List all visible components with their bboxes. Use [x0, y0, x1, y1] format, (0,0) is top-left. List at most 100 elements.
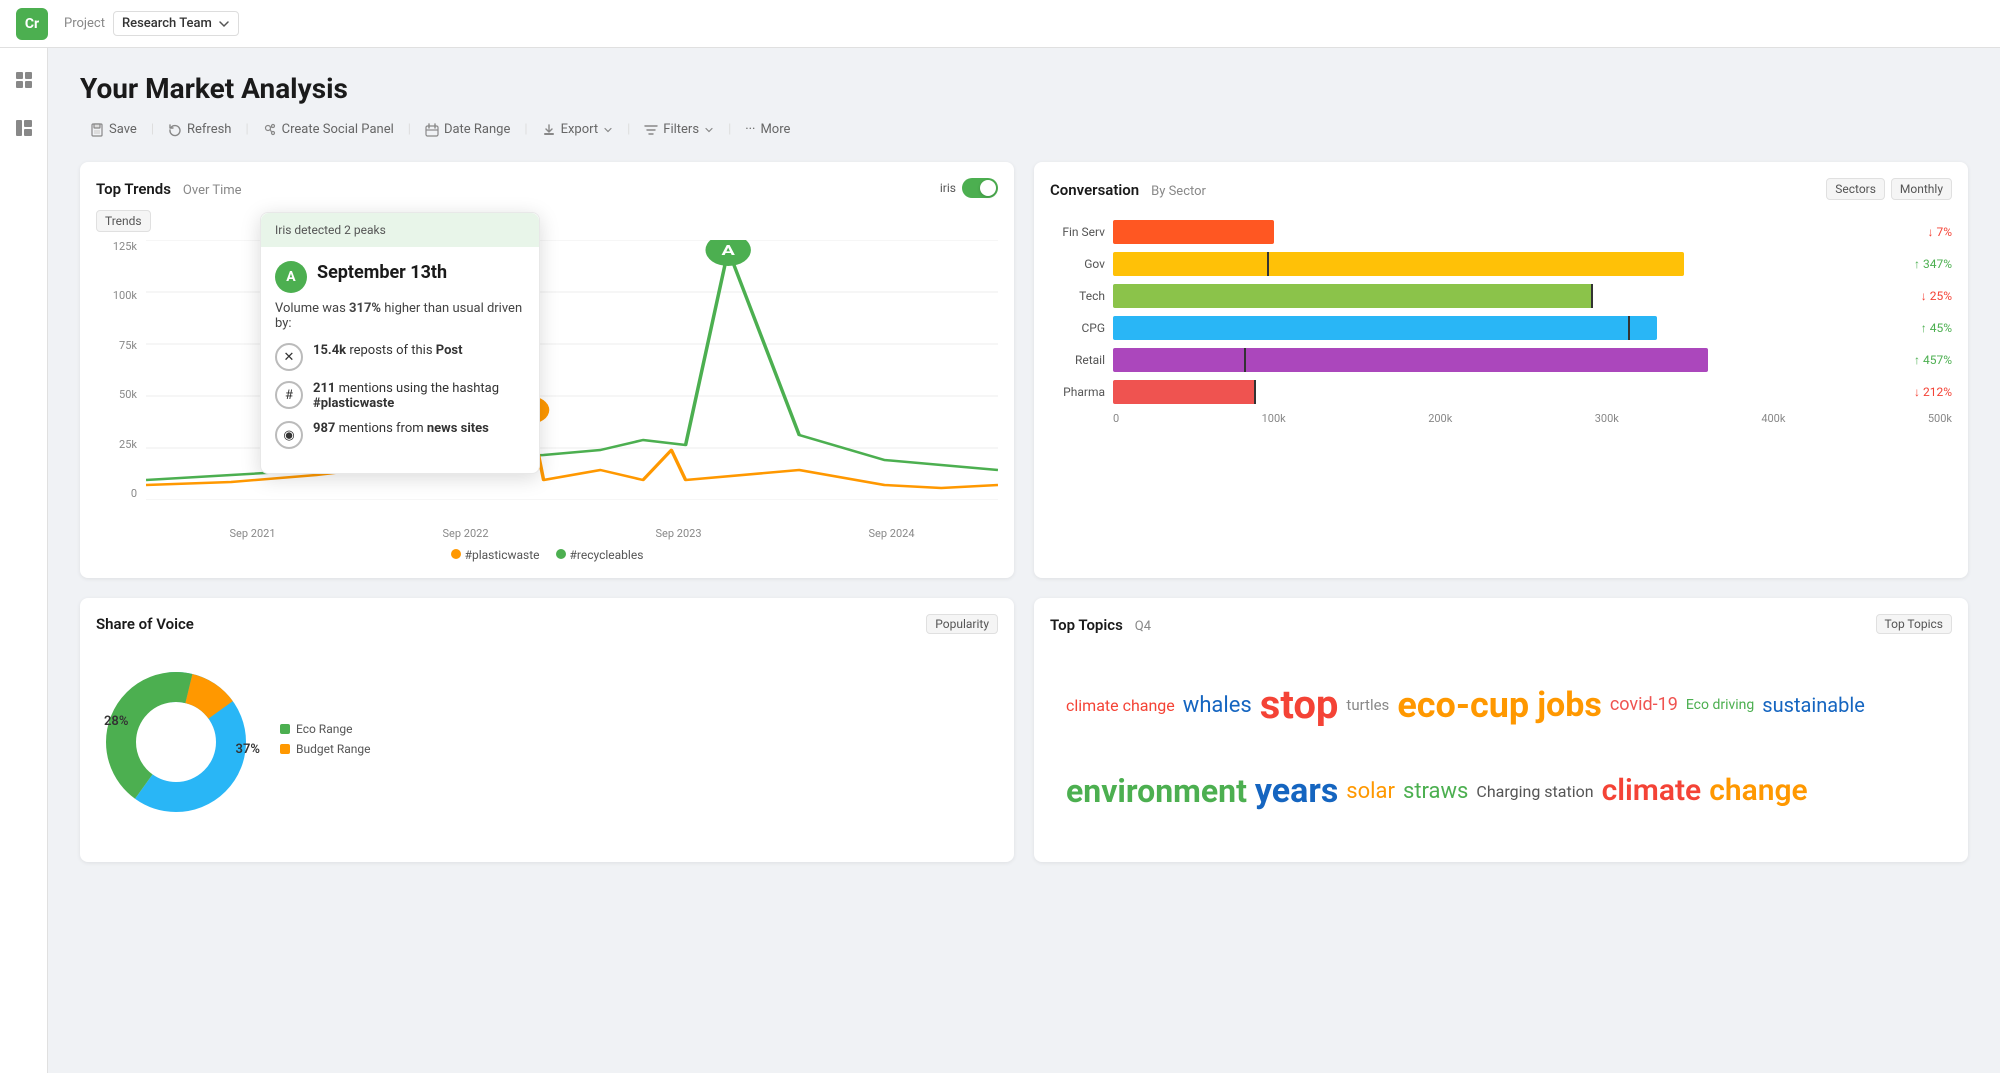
word-whales[interactable]: whales — [1183, 688, 1252, 723]
bar-row-tech: Tech ↓ 25% — [1050, 284, 1952, 308]
period-badge: Monthly — [1891, 178, 1952, 200]
sov-header: Share of Voice Popularity — [96, 614, 998, 634]
legend-budget-range: Budget Range — [280, 742, 371, 756]
svg-text:A: A — [722, 243, 736, 259]
project-selector[interactable]: Research Team — [113, 11, 239, 36]
bar-label-pharma: Pharma — [1050, 385, 1105, 399]
filters-button[interactable]: Filters — [634, 117, 724, 142]
toggle-knob — [980, 180, 996, 196]
word-change[interactable]: change — [1709, 767, 1807, 815]
main-content: Your Market Analysis Save | Refresh | Cr… — [48, 48, 2000, 886]
save-icon — [90, 123, 104, 137]
refresh-icon — [168, 123, 182, 137]
bar-row-gov: Gov ↑ 347% — [1050, 252, 1952, 276]
sectors-badge: Sectors — [1826, 178, 1885, 200]
date-range-button[interactable]: Date Range — [415, 117, 520, 142]
bar-track-pharma — [1113, 380, 1906, 404]
word-climate[interactable]: climate — [1602, 767, 1702, 815]
word-eco-driving[interactable]: Eco driving — [1686, 694, 1754, 716]
tooltip-item-reposts: ✕ 15.4k reposts of this Post — [275, 343, 525, 371]
save-button[interactable]: Save — [80, 117, 147, 142]
bar-label-cpg: CPG — [1050, 321, 1105, 335]
bar-chart: Fin Serv ↓ 7% Gov ↑ 347% — [1050, 212, 1952, 433]
bar-row-pharma: Pharma ↓ 212% — [1050, 380, 1952, 404]
word-climate-change[interactable]: climate change — [1066, 693, 1175, 719]
donut-pct-37: 37% — [236, 742, 260, 757]
refresh-button[interactable]: Refresh — [158, 117, 241, 142]
bar-track-gov — [1113, 252, 1906, 276]
top-trends-card: Top Trends Over Time iris Trends 125k 10… — [80, 162, 1014, 578]
trends-chart: 125k 100k 75k 50k 25k 0 — [96, 240, 998, 540]
word-covid[interactable]: covid-19 — [1610, 691, 1678, 720]
trends-badge: Trends — [96, 210, 151, 232]
bar-track-finserv — [1113, 220, 1919, 244]
export-button[interactable]: Export — [532, 117, 624, 142]
bar-change-tech: ↓ 25% — [1921, 289, 1952, 303]
bar-row-retail: Retail ↑ 457% — [1050, 348, 1952, 372]
top-topics-title: Top Topics — [1050, 616, 1123, 634]
conversation-card: Conversation By Sector Sectors Monthly F… — [1034, 162, 1968, 578]
bar-change-finserv: ↓ 7% — [1927, 225, 1952, 239]
more-button[interactable]: ··· More — [735, 117, 800, 142]
donut-pct-28: 28% — [104, 714, 128, 729]
tooltip-marker-a: A — [275, 261, 307, 293]
export-icon — [542, 123, 556, 137]
page-title: Your Market Analysis — [80, 72, 1968, 105]
bar-x-axis: 0 100k 200k 300k 400k 500k — [1050, 412, 1952, 425]
tooltip-date: September 13th — [317, 262, 447, 283]
social-panel-button[interactable]: Create Social Panel — [253, 117, 404, 142]
y-axis-labels: 125k 100k 75k 50k 25k 0 — [96, 240, 141, 500]
share-of-voice-card: Share of Voice Popularity 28% 37% — [80, 598, 1014, 862]
sov-badge: Popularity — [926, 614, 998, 634]
iris-toggle[interactable] — [962, 178, 998, 198]
top-trends-header: Top Trends Over Time iris — [96, 178, 998, 198]
bar-label-gov: Gov — [1050, 257, 1105, 271]
legend-eco-range: Eco Range — [280, 722, 371, 736]
donut-svg — [96, 662, 256, 822]
bar-change-retail: ↑ 457% — [1914, 353, 1952, 367]
bar-marker-retail — [1244, 348, 1246, 372]
tooltip-item-hashtag: # 211 mentions using the hashtag #plasti… — [275, 381, 525, 411]
bar-change-gov: ↑ 347% — [1914, 257, 1952, 271]
bar-row-cpg: CPG ↑ 45% — [1050, 316, 1952, 340]
project-name: Research Team — [122, 16, 212, 31]
calendar-icon — [425, 123, 439, 137]
bar-label-retail: Retail — [1050, 353, 1105, 367]
bar-row-finserv: Fin Serv ↓ 7% — [1050, 220, 1952, 244]
word-sustainable[interactable]: sustainable — [1762, 689, 1865, 721]
social-panel-icon — [263, 123, 277, 137]
bar-change-cpg: ↑ 45% — [1921, 321, 1952, 335]
bar-label-finserv: Fin Serv — [1050, 225, 1105, 239]
iris-toggle-wrap: iris — [940, 178, 998, 198]
filter-icon — [644, 123, 658, 137]
top-topics-badge: Top Topics — [1876, 614, 1952, 634]
bar-label-tech: Tech — [1050, 289, 1105, 303]
export-chevron-icon — [603, 125, 613, 135]
bar-marker-tech — [1591, 284, 1593, 308]
x-axis-labels: Sep 2021 Sep 2022 Sep 2023 Sep 2024 — [146, 500, 998, 540]
tooltip-content: A September 13th Volume was 317% higher … — [261, 247, 539, 473]
top-topics-subtitle: Q4 — [1135, 619, 1151, 634]
bar-marker-pharma — [1254, 380, 1256, 404]
tooltip-header: Iris detected 2 peaks — [261, 213, 539, 247]
sidebar-panel-icon[interactable] — [8, 112, 40, 144]
word-straws[interactable]: straws — [1403, 774, 1468, 809]
word-charging-station[interactable]: Charging station — [1476, 779, 1593, 805]
word-stop[interactable]: stop — [1260, 673, 1339, 737]
chevron-down-icon — [218, 18, 230, 30]
donut-container: 28% 37% Eco Range Budget Range — [96, 646, 998, 838]
word-eco-cup[interactable]: eco-cup — [1397, 677, 1529, 735]
app-logo[interactable]: Cr — [16, 8, 48, 40]
conversation-subtitle: By Sector — [1151, 184, 1206, 199]
word-years[interactable]: years — [1255, 764, 1338, 818]
content-grid: Top Trends Over Time iris Trends 125k 10… — [80, 162, 1968, 862]
sidebar-grid-icon[interactable] — [8, 64, 40, 96]
word-environment[interactable]: environment — [1066, 766, 1247, 817]
word-turtles[interactable]: turtles — [1346, 693, 1389, 717]
top-topics-header: Top Topics Q4 Top Topics — [1050, 614, 1952, 634]
top-trends-subtitle: Over Time — [183, 183, 242, 198]
tooltip-popup: Iris detected 2 peaks A September 13th V… — [260, 212, 540, 474]
word-cloud: climate change whales stop turtles eco-c… — [1050, 646, 1952, 846]
word-jobs[interactable]: jobs — [1537, 678, 1602, 732]
word-solar[interactable]: solar — [1346, 774, 1395, 809]
